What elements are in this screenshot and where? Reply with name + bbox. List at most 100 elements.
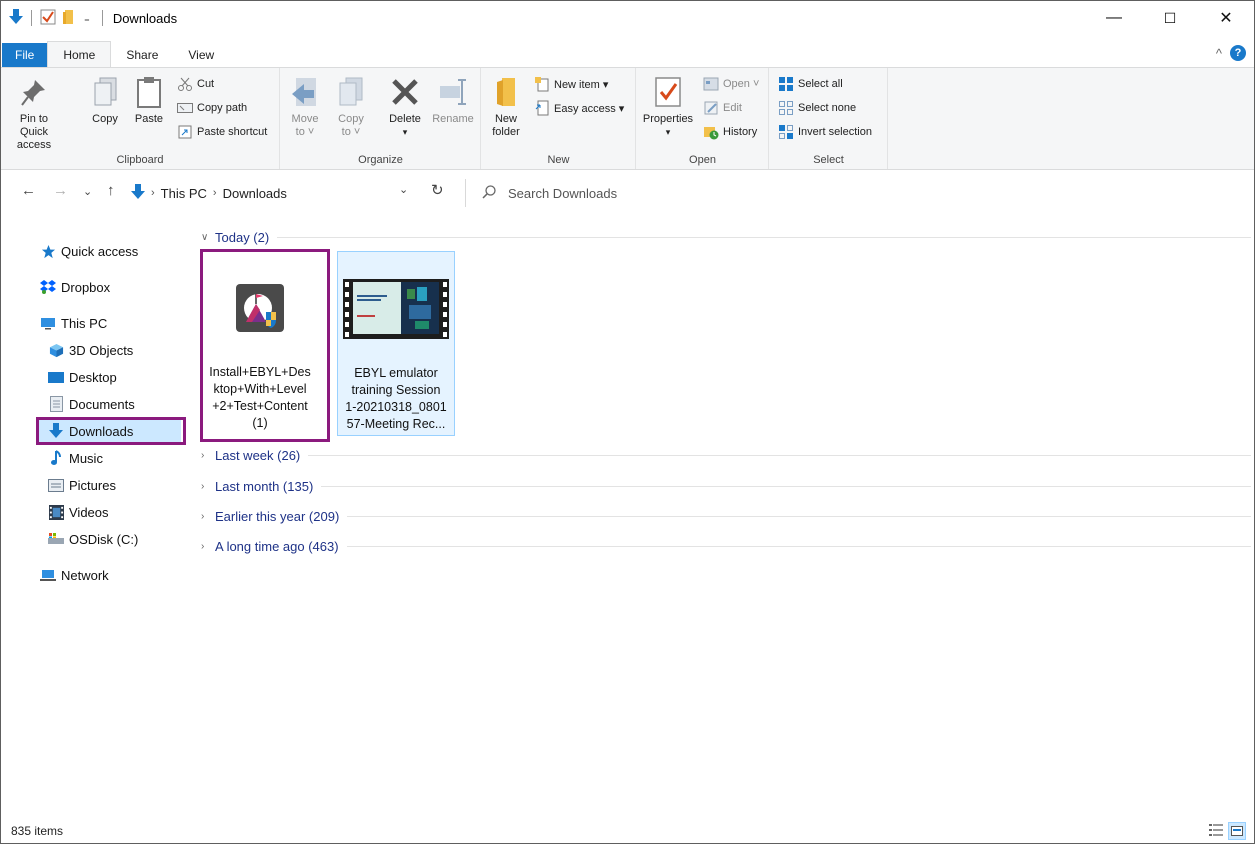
select-none-label: Select none — [798, 102, 857, 114]
nav-item-music[interactable]: Music — [47, 446, 103, 470]
collapse-chevron-icon[interactable]: ∨ — [201, 232, 215, 243]
open-button[interactable]: Open ˅ — [703, 76, 759, 92]
group-label: Earlier this year (209) — [215, 508, 340, 524]
easy-access-button[interactable]: Easy access ▾ — [534, 100, 624, 116]
nav-label: Pictures — [69, 477, 116, 493]
pin-to-quick-access-button[interactable]: Pin to Quick access — [5, 74, 63, 152]
breadcrumb[interactable]: › This PC › Downloads — [131, 181, 461, 205]
address-dropdown-icon[interactable]: ⌄ — [399, 183, 408, 196]
organize-group: Move to ˅ Copy to ˅ Delete ▾ Rename Orga… — [281, 68, 481, 169]
nav-item-quick-access[interactable]: Quick access — [39, 239, 138, 263]
cut-label: Cut — [197, 78, 215, 90]
edit-button[interactable]: Edit — [703, 100, 742, 116]
help-icon[interactable]: ? — [1230, 45, 1246, 61]
nav-item-pictures[interactable]: Pictures — [47, 473, 116, 497]
divider — [101, 10, 103, 26]
tab-share[interactable]: Share — [111, 42, 173, 67]
recent-locations-chevron-icon[interactable]: ⌄ — [83, 185, 92, 198]
search-placeholder: Search Downloads — [508, 185, 618, 201]
nav-item-documents[interactable]: Documents — [47, 392, 135, 416]
nav-item-desktop[interactable]: Desktop — [47, 365, 117, 389]
customize-toolbar-icon[interactable]: ₌ — [80, 12, 94, 25]
group-header-long-time-ago[interactable]: › A long time ago (463) — [201, 537, 1251, 555]
new-folder-icon[interactable] — [60, 9, 76, 28]
file-item[interactable]: EBYL emulator training Session 1-2021031… — [337, 251, 455, 436]
paste-button[interactable]: Paste — [131, 74, 167, 126]
properties-dropdown-icon[interactable]: ▾ — [666, 126, 671, 139]
large-icons-view-icon[interactable] — [1228, 822, 1246, 840]
pin-label-line1: Pin to Quick — [19, 113, 49, 138]
open-group: Properties ▾ Open ˅ Edit History Open — [637, 68, 769, 169]
invert-selection-icon — [778, 124, 794, 140]
refresh-icon[interactable]: ↻ — [431, 181, 444, 199]
maximize-button[interactable]: ☐ — [1142, 1, 1198, 35]
downloads-arrow-icon — [9, 8, 23, 28]
tab-home[interactable]: Home — [47, 41, 112, 67]
breadcrumb-chevron-icon[interactable]: › — [151, 187, 155, 199]
expand-chevron-icon[interactable]: › — [201, 450, 215, 461]
copy-button[interactable]: Copy — [87, 74, 123, 126]
new-item-button[interactable]: New item ▾ — [534, 76, 608, 92]
expand-chevron-icon[interactable]: › — [201, 541, 215, 552]
tab-view[interactable]: View — [173, 42, 229, 67]
move-to-label-line2: to ˅ — [295, 126, 315, 138]
breadcrumb-this-pc[interactable]: This PC — [161, 186, 207, 201]
scissors-icon — [177, 76, 193, 92]
paste-shortcut-button[interactable]: Paste shortcut — [177, 124, 267, 140]
forward-arrow-icon[interactable]: → — [53, 182, 68, 199]
copy-to-icon — [333, 74, 369, 110]
properties-icon — [650, 74, 686, 110]
file-highlight-annotation — [200, 249, 330, 442]
move-to-button[interactable]: Move to ˅ — [287, 74, 323, 139]
delete-x-icon — [387, 74, 423, 110]
invert-selection-button[interactable]: Invert selection — [778, 124, 872, 140]
nav-label: Desktop — [69, 369, 117, 385]
window-title: Downloads — [112, 10, 178, 26]
expand-chevron-icon[interactable]: › — [201, 481, 215, 492]
details-view-icon[interactable] — [1208, 822, 1224, 841]
divider — [321, 485, 1251, 487]
nav-item-videos[interactable]: Videos — [47, 500, 109, 524]
copy-to-button[interactable]: Copy to ˅ — [333, 74, 369, 139]
nav-label: Network — [61, 567, 109, 583]
minimize-button[interactable]: — — [1086, 1, 1142, 35]
collapse-ribbon-icon[interactable]: ^ — [1216, 46, 1222, 61]
properties-check-icon[interactable] — [40, 9, 56, 28]
up-arrow-icon[interactable]: ↑ — [107, 182, 115, 199]
dropbox-icon — [39, 279, 57, 295]
nav-item-dropbox[interactable]: Dropbox — [39, 275, 110, 299]
rename-label: Rename — [432, 113, 474, 125]
clipboard-group-label: Clipboard — [116, 154, 164, 166]
back-arrow-icon[interactable]: ← — [21, 182, 36, 199]
group-header-last-month[interactable]: › Last month (135) — [201, 477, 1251, 495]
search-input[interactable]: Search Downloads — [465, 179, 1245, 207]
breadcrumb-downloads[interactable]: Downloads — [223, 186, 287, 201]
cut-button[interactable]: Cut — [177, 76, 214, 92]
nav-item-3d-objects[interactable]: 3D Objects — [47, 338, 133, 362]
nav-item-this-pc[interactable]: This PC — [39, 311, 107, 335]
nav-item-network[interactable]: Network — [39, 563, 109, 587]
group-header-today[interactable]: ∨ Today (2) — [201, 228, 1251, 246]
close-button[interactable]: ✕ — [1198, 1, 1254, 35]
select-none-button[interactable]: Select none — [778, 100, 856, 116]
copy-path-button[interactable]: Copy path — [177, 100, 247, 116]
tab-file[interactable]: File — [2, 43, 48, 67]
ribbon: Pin to Quick access Copy Paste Cut Copy … — [1, 67, 1254, 170]
group-header-last-week[interactable]: › Last week (26) — [201, 446, 1251, 464]
history-button[interactable]: History — [703, 124, 757, 140]
window-controls: — ☐ ✕ — [1086, 1, 1254, 35]
select-all-button[interactable]: Select all — [778, 76, 843, 92]
delete-button[interactable]: Delete ▾ — [385, 74, 425, 139]
delete-dropdown-icon[interactable]: ▾ — [403, 126, 408, 139]
new-folder-button[interactable]: New folder — [488, 74, 524, 139]
breadcrumb-chevron-icon[interactable]: › — [213, 187, 217, 199]
expand-chevron-icon[interactable]: › — [201, 511, 215, 522]
properties-button[interactable]: Properties ▾ — [639, 74, 697, 139]
group-header-earlier-this-year[interactable]: › Earlier this year (209) — [201, 507, 1251, 525]
new-folder-label-line1: New — [494, 113, 517, 125]
quick-access-toolbar: ₌ Downloads — [1, 1, 177, 35]
rename-button[interactable]: Rename — [429, 74, 477, 126]
item-count: 835 items — [11, 824, 64, 838]
nav-label: Videos — [69, 504, 109, 520]
nav-item-osdisk[interactable]: OSDisk (C:) — [47, 527, 138, 551]
